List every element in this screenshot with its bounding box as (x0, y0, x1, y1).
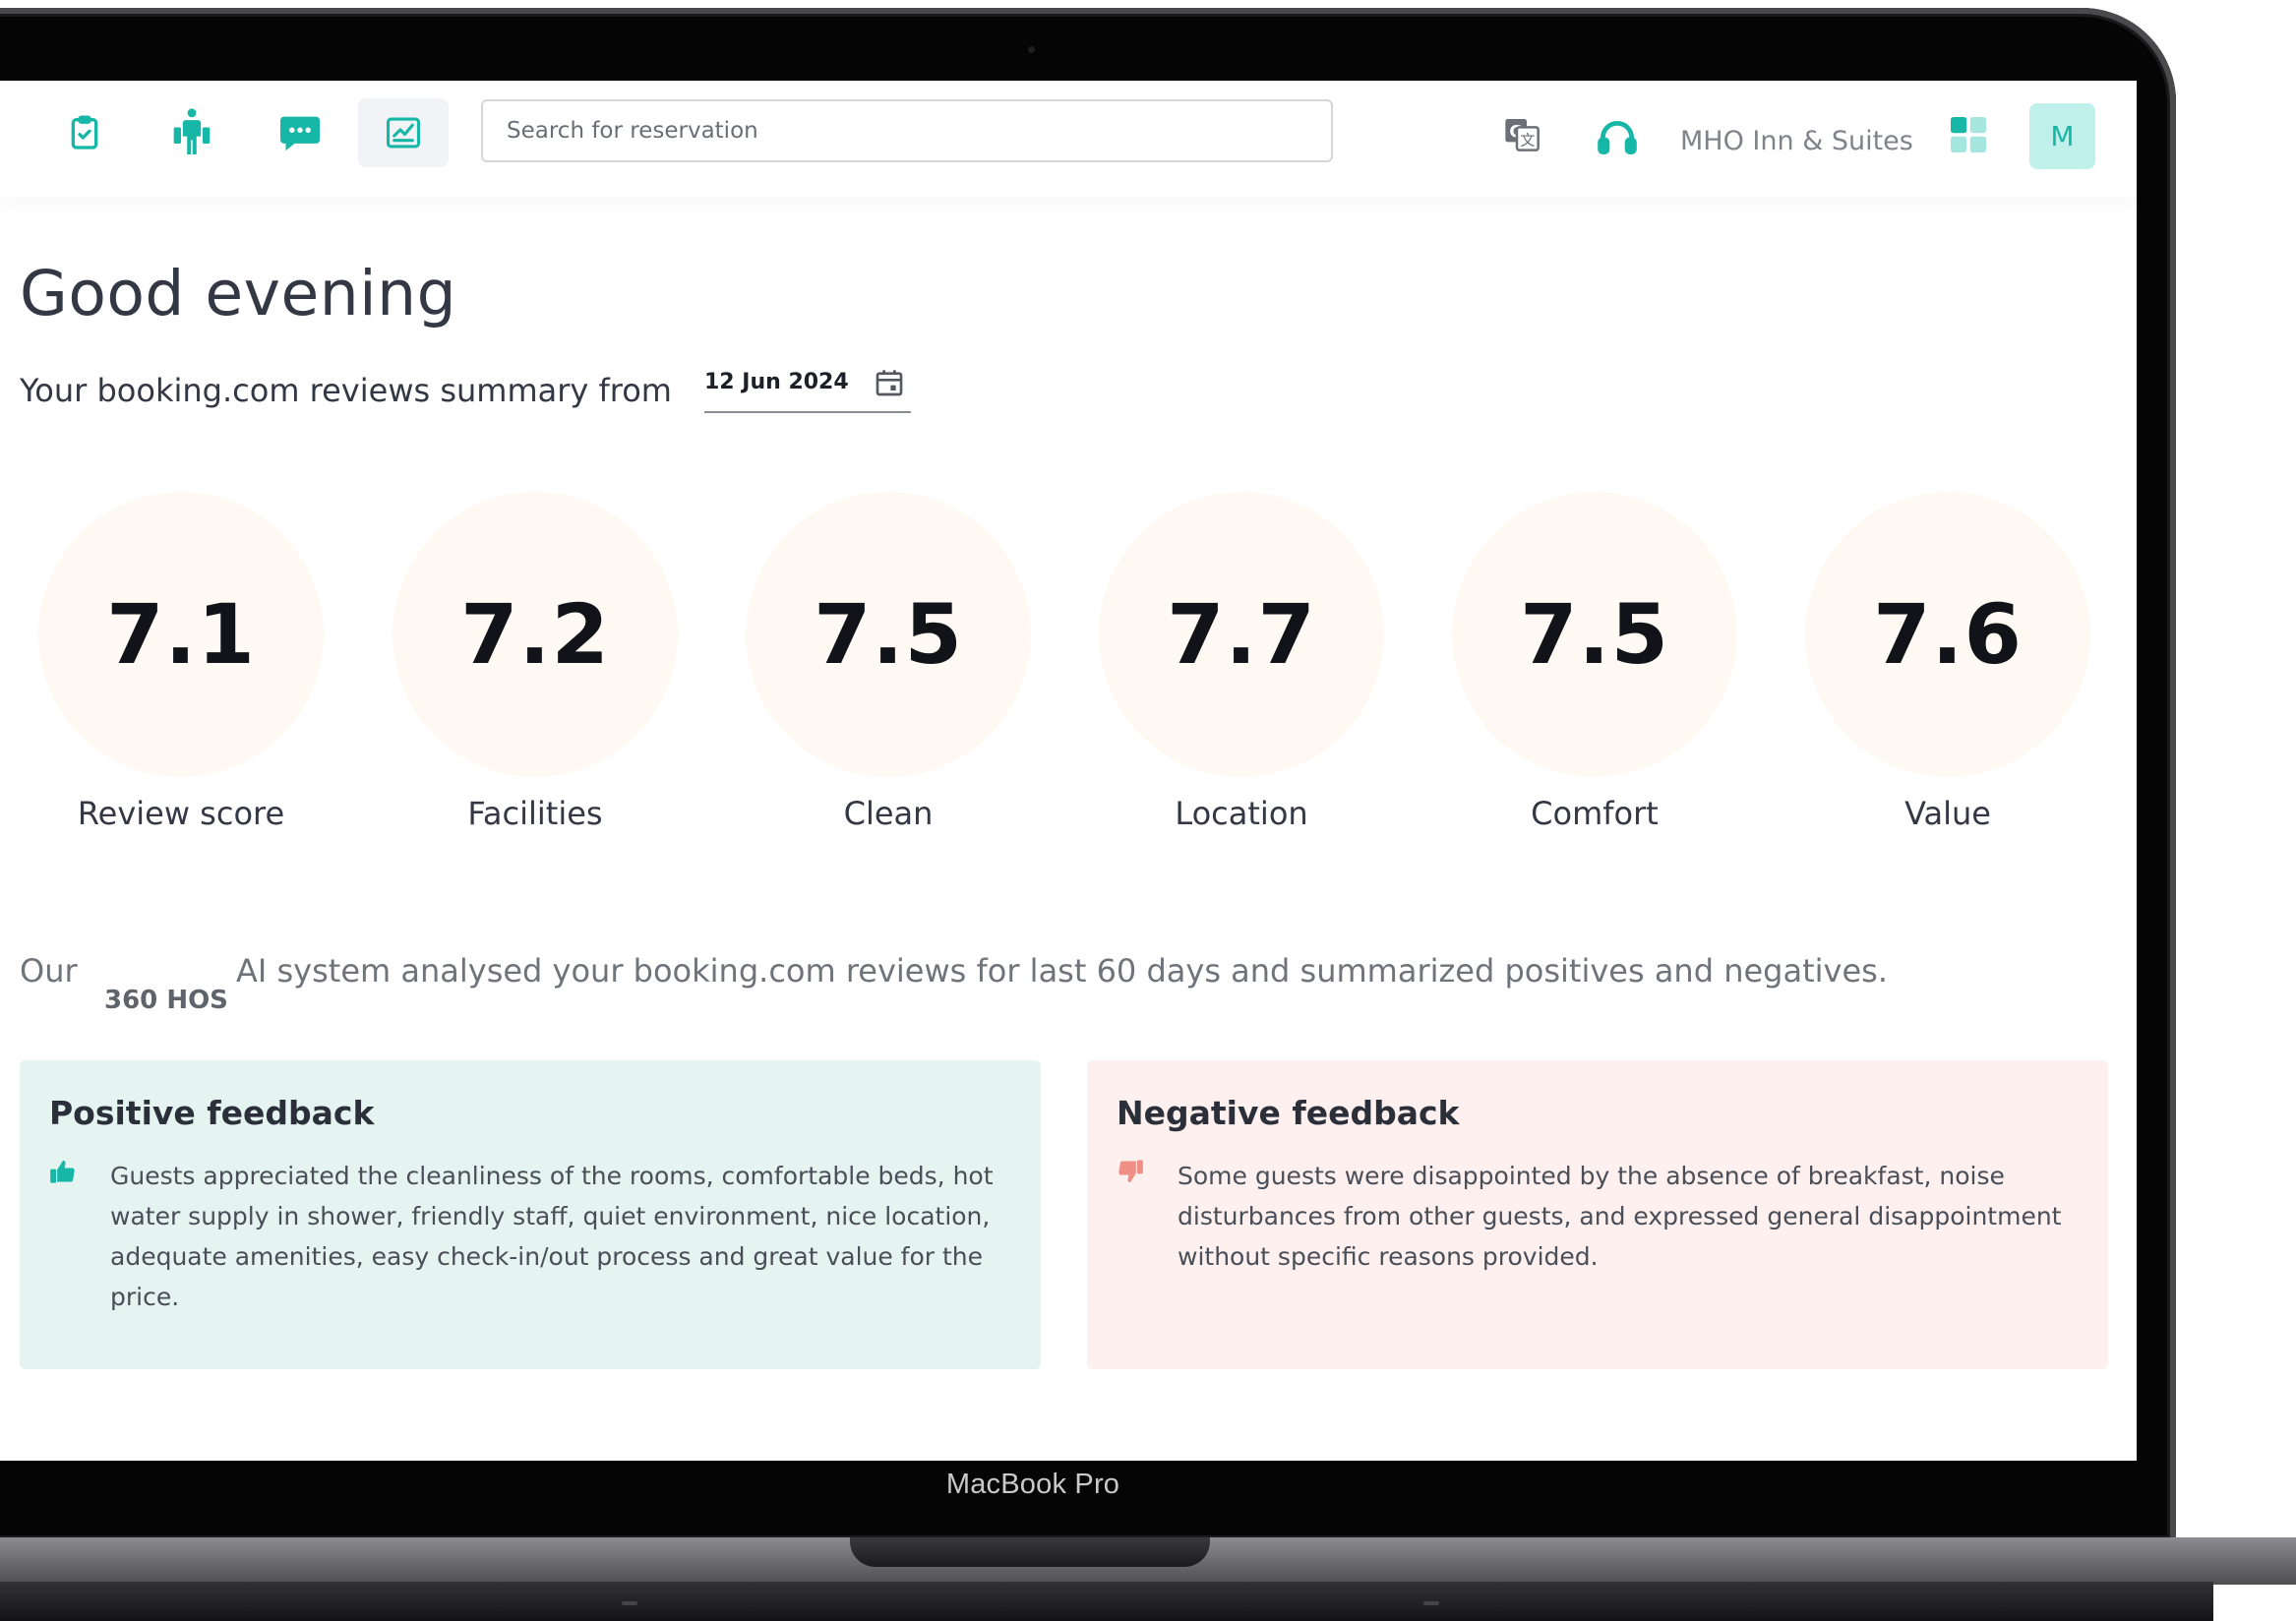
score-circle: 7.5 (746, 492, 1031, 777)
negative-feedback-text: Some guests were disappointed by the abs… (1178, 1162, 2062, 1271)
score-label: Facilities (467, 795, 603, 832)
score-clean: 7.5 Clean (741, 492, 1036, 832)
score-label: Value (1904, 795, 1991, 832)
reviews-chart-icon (387, 117, 420, 149)
score-circle: 7.6 (1805, 492, 2090, 777)
summary-label: Your booking.com reviews summary from (20, 372, 672, 409)
apps-grid-icon[interactable] (1951, 117, 1986, 156)
ai-note-text: AI system analysed your booking.com revi… (236, 952, 1888, 990)
thumbs-up-icon (49, 1158, 77, 1189)
score-review: 7.1 Review score (33, 492, 329, 832)
nav-tasks-button[interactable] (39, 98, 130, 167)
score-value: 7.5 (814, 586, 963, 683)
score-facilities: 7.2 Facilities (388, 492, 683, 832)
score-circle: 7.2 (393, 492, 678, 777)
score-label: Comfort (1531, 795, 1659, 832)
thumbs-down-icon (1117, 1158, 1144, 1189)
laptop-foot (622, 1601, 637, 1605)
date-value: 12 Jun 2024 (704, 370, 849, 394)
nav-reviews-button[interactable] (358, 98, 449, 167)
page-title: Good evening (20, 258, 457, 330)
score-value: 7.5 (1520, 586, 1669, 683)
screen: G 文 MHO Inn & Suites M Good evening Your (0, 81, 2137, 1461)
calendar-icon[interactable] (874, 366, 905, 403)
date-picker[interactable]: 12 Jun 2024 (704, 366, 911, 413)
positive-feedback-title: Positive feedback (49, 1094, 375, 1132)
negative-feedback-card: Negative feedback Some guests were disap… (1087, 1060, 2108, 1369)
score-value: 7.6 (1873, 586, 2023, 683)
score-label: Location (1175, 795, 1308, 832)
score-value: 7.7 (1167, 586, 1316, 683)
clipboard-check-icon (71, 115, 98, 150)
headset-support-icon[interactable] (1595, 116, 1640, 163)
user-avatar[interactable]: M (2029, 103, 2095, 169)
score-value: 7.1 (106, 586, 256, 683)
top-navigation: G 文 MHO Inn & Suites M (0, 81, 2137, 197)
positive-feedback-card: Positive feedback Guests appreciated the… (20, 1060, 1041, 1369)
chat-icon (280, 116, 320, 151)
score-value-rating: 7.6 Value (1800, 492, 2095, 832)
search-input[interactable] (481, 99, 1333, 162)
ai-brand-label: 360 HOS (104, 986, 228, 1015)
nav-guests-button[interactable] (147, 98, 237, 167)
score-circle: 7.7 (1099, 492, 1384, 777)
device-label: MacBook Pro (945, 1469, 1120, 1500)
score-circle: 7.1 (38, 492, 324, 777)
score-label: Review score (77, 795, 285, 832)
negative-feedback-title: Negative feedback (1117, 1094, 1460, 1132)
laptop-foot (1423, 1601, 1439, 1605)
hotel-name[interactable]: MHO Inn & Suites (1680, 126, 1913, 156)
score-label: Clean (843, 795, 934, 832)
score-location: 7.7 Location (1094, 492, 1389, 832)
score-comfort: 7.5 Comfort (1447, 492, 1742, 832)
score-value: 7.2 (460, 586, 610, 683)
luggage-porter-icon (173, 108, 211, 154)
score-circle: 7.5 (1452, 492, 1737, 777)
translate-icon[interactable]: G 文 (1502, 114, 1541, 157)
ai-note-prefix: Our (20, 952, 78, 990)
svg-text:文: 文 (1520, 132, 1535, 150)
laptop-hinge (850, 1537, 1210, 1567)
positive-feedback-text: Guests appreciated the cleanliness of th… (110, 1162, 994, 1311)
laptop-base-lip (0, 1582, 2213, 1621)
camera (1028, 46, 1035, 53)
nav-messages-button[interactable] (255, 98, 345, 167)
